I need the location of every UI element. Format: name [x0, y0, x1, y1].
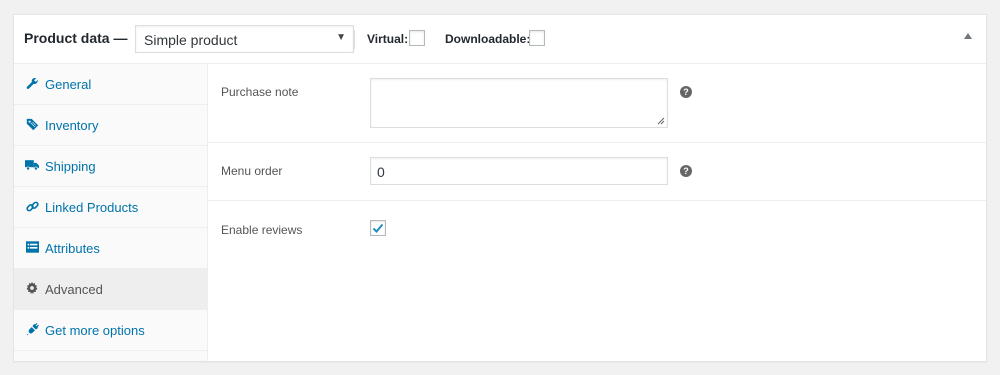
tab-attributes[interactable]: Attributes — [14, 228, 207, 269]
purchase-note-label: Purchase note — [221, 85, 299, 99]
advanced-options-panel: Purchase note ? Menu order 0 ? Enable re… — [208, 64, 986, 361]
plug-icon — [25, 322, 39, 336]
link-icon — [25, 199, 39, 213]
help-icon[interactable]: ? — [680, 165, 692, 177]
help-icon[interactable]: ? — [680, 86, 692, 98]
header-divider — [354, 30, 355, 49]
menu-order-row: Menu order 0 ? — [208, 143, 986, 201]
product-data-header: Product data — Simple product ▼ Virtual:… — [14, 15, 986, 64]
product-type-select[interactable]: Simple product ▼ — [135, 25, 354, 53]
downloadable-label: Downloadable: — [445, 32, 531, 46]
tab-label: Inventory — [45, 118, 99, 133]
tab-label: Get more options — [45, 323, 145, 338]
tab-general[interactable]: General — [14, 64, 207, 105]
downloadable-checkbox[interactable] — [529, 30, 545, 46]
purchase-note-row: Purchase note ? — [208, 64, 986, 143]
product-data-tabs: General Inventory Shipping Linked Produc… — [14, 64, 208, 361]
panel-title: Product data — — [24, 30, 128, 46]
tab-linked-products[interactable]: Linked Products — [14, 187, 207, 228]
tab-inventory[interactable]: Inventory — [14, 105, 207, 146]
tab-label: Advanced — [45, 282, 103, 297]
enable-reviews-label: Enable reviews — [221, 223, 303, 237]
virtual-label: Virtual: — [367, 32, 409, 46]
menu-order-value: 0 — [377, 164, 385, 180]
gear-icon — [25, 281, 39, 295]
virtual-checkbox[interactable] — [409, 30, 425, 46]
tab-label: Attributes — [45, 241, 100, 256]
menu-order-label: Menu order — [221, 164, 283, 178]
truck-icon — [25, 158, 39, 172]
collapse-toggle-icon[interactable] — [964, 33, 972, 39]
tab-advanced[interactable]: Advanced — [14, 269, 207, 310]
tab-label: General — [45, 77, 92, 92]
menu-order-input[interactable]: 0 — [370, 157, 668, 185]
resize-handle-icon[interactable] — [657, 117, 665, 125]
chevron-down-icon: ▼ — [336, 32, 346, 43]
tab-shipping[interactable]: Shipping — [14, 146, 207, 187]
list-icon — [25, 240, 39, 254]
tab-label: Shipping — [45, 159, 96, 174]
enable-reviews-checkbox[interactable] — [370, 220, 386, 236]
wrench-icon — [25, 76, 39, 90]
tab-get-more-options[interactable]: Get more options — [14, 310, 207, 351]
tab-label: Linked Products — [45, 200, 139, 215]
checkmark-icon — [372, 223, 384, 233]
enable-reviews-row: Enable reviews — [208, 201, 986, 261]
product-type-value: Simple product — [144, 32, 238, 48]
tag-icon — [25, 117, 39, 131]
purchase-note-textarea[interactable] — [370, 78, 668, 128]
product-data-panel: Product data — Simple product ▼ Virtual:… — [13, 14, 987, 362]
